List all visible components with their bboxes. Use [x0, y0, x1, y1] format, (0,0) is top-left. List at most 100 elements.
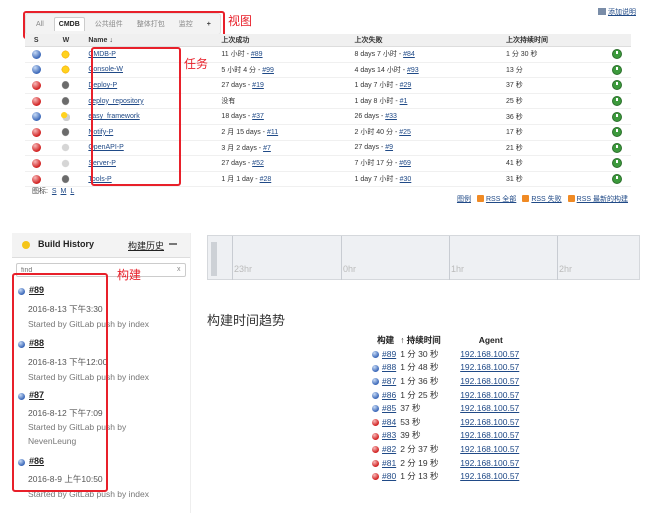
weather-cell — [47, 140, 85, 157]
build-trend-table: 构建 ↑ 持续时间 Agent #89 1 分 30 秒 192.168.100.5… — [372, 333, 525, 483]
agent-link[interactable]: 192.168.100.57 — [460, 376, 519, 386]
agent-link[interactable]: 192.168.100.57 — [460, 444, 519, 454]
last-success-link[interactable]: #7 — [263, 145, 271, 152]
build-number-link[interactable]: #85 — [382, 403, 396, 413]
build-number-link[interactable]: #83 — [382, 430, 396, 440]
col-build[interactable]: 构建 — [372, 333, 400, 347]
col-last-success[interactable]: 上次成功 — [217, 34, 351, 47]
last-failure-link[interactable]: #69 — [399, 160, 411, 167]
schedule-build-icon[interactable] — [611, 49, 622, 60]
schedule-build-icon[interactable] — [611, 64, 622, 75]
agent-link[interactable]: 192.168.100.57 — [460, 349, 519, 359]
last-success-link[interactable]: #37 — [252, 113, 264, 120]
last-failure-cell: 27 days - #9 — [350, 140, 502, 157]
schedule-build-icon[interactable] — [611, 96, 622, 107]
rss-failures-link[interactable]: RSS 失败 — [531, 196, 561, 203]
build-number-link[interactable]: #80 — [382, 471, 396, 481]
last-failure-link[interactable]: #30 — [400, 176, 412, 183]
last-success-link[interactable]: #28 — [260, 176, 272, 183]
status-ball-icon — [31, 49, 41, 59]
agent-link[interactable]: 192.168.100.57 — [460, 417, 519, 427]
schedule-build-icon[interactable] — [611, 174, 622, 185]
build-number-link[interactable]: #82 — [382, 444, 396, 454]
last-success-link[interactable]: #89 — [251, 51, 263, 58]
col-duration[interactable]: ↑ 持续时间 — [400, 333, 460, 347]
col-last-failure[interactable]: 上次失败 — [350, 34, 502, 47]
schedule-build-icon[interactable] — [611, 80, 622, 91]
icon-size-s[interactable]: S — [52, 188, 57, 195]
build-number-link[interactable]: #87 — [382, 376, 396, 386]
agent-link[interactable]: 192.168.100.57 — [460, 403, 519, 413]
icon-size-selector: 图标: S M L — [32, 186, 74, 196]
timeline-label: 23hr — [234, 264, 253, 274]
clear-filter-icon[interactable]: x — [177, 266, 181, 273]
duration-cell: 1 分 25 秒 — [400, 389, 439, 400]
last-success-link[interactable]: #19 — [252, 82, 264, 89]
timeline-scrollbar[interactable] — [211, 242, 217, 276]
build-trend-row: #85 37 秒 192.168.100.57 — [372, 401, 525, 415]
icon-size-l[interactable]: L — [70, 188, 74, 195]
build-number-link[interactable]: #81 — [382, 458, 396, 468]
status-ball-icon — [372, 473, 379, 481]
last-failure-link[interactable]: #25 — [399, 129, 411, 136]
weather-cell — [47, 108, 85, 125]
last-failure-link[interactable]: #33 — [385, 113, 397, 120]
schedule-build-icon[interactable] — [611, 158, 622, 169]
last-success-link[interactable]: #99 — [262, 67, 274, 74]
last-failure-link[interactable]: #84 — [403, 51, 415, 58]
build-number-link[interactable]: #84 — [382, 417, 396, 427]
last-failure-cell: 7 小时 17 分 - #69 — [350, 155, 502, 172]
duration-cell: 31 秒 — [501, 171, 603, 188]
icon-size-m[interactable]: M — [61, 188, 67, 195]
duration-cell: 1 分 48 秒 — [400, 362, 439, 373]
build-cell: #89 — [372, 347, 400, 361]
add-description-text[interactable]: 添加说明 — [608, 9, 636, 16]
weather-cell — [47, 62, 85, 79]
status-cell — [25, 155, 48, 172]
build-cell: #83 — [372, 429, 400, 443]
legend-link[interactable]: 图例 — [457, 194, 471, 204]
last-failure-link[interactable]: #29 — [400, 82, 412, 89]
build-trend-row: #88 1 分 48 秒 192.168.100.57 — [372, 361, 525, 375]
minus-icon[interactable] — [169, 243, 177, 245]
last-success-link[interactable]: #52 — [252, 160, 264, 167]
col-agent[interactable]: Agent — [460, 333, 525, 347]
col-last-duration[interactable]: 上次持续时间 — [501, 34, 603, 47]
agent-link[interactable]: 192.168.100.57 — [460, 458, 519, 468]
col-weather[interactable]: W — [47, 34, 85, 47]
build-trend-header: 构建 ↑ 持续时间 Agent — [372, 333, 525, 347]
add-description-link[interactable]: 添加说明 — [598, 7, 636, 17]
col-status[interactable]: S — [25, 34, 48, 47]
agent-link[interactable]: 192.168.100.57 — [460, 430, 519, 440]
status-ball-icon — [31, 127, 41, 137]
status-ball-icon — [31, 174, 41, 184]
task-highlight-box — [91, 47, 181, 186]
schedule-build-icon[interactable] — [611, 127, 622, 138]
last-failure-link[interactable]: #93 — [407, 67, 419, 74]
build-number-link[interactable]: #88 — [382, 362, 396, 372]
rss-links: 图例 RSS 全部 RSS 失败 RSS 最新的构建 — [457, 194, 628, 204]
build-trend-link[interactable]: 构建历史 — [128, 239, 164, 252]
action-cell — [602, 46, 631, 63]
col-actions — [602, 34, 631, 47]
build-number-link[interactable]: #89 — [382, 349, 396, 359]
status-ball-icon — [372, 378, 379, 386]
last-failure-link[interactable]: #1 — [400, 98, 408, 105]
last-failure-cell: 1 day 7 小时 - #29 — [350, 77, 502, 94]
schedule-build-icon[interactable] — [611, 142, 622, 153]
last-success-text: 3 月 2 days - — [221, 144, 264, 152]
action-cell — [602, 62, 631, 79]
rss-all-link[interactable]: RSS 全部 — [486, 196, 516, 203]
last-success-link[interactable]: #11 — [267, 129, 278, 136]
last-success-text: 27 days - — [221, 159, 253, 167]
schedule-build-icon[interactable] — [611, 111, 622, 122]
col-name[interactable]: Name ↓ — [84, 34, 218, 47]
rss-latest-link[interactable]: RSS 最新的构建 — [577, 196, 628, 203]
agent-link[interactable]: 192.168.100.57 — [460, 362, 519, 372]
agent-link[interactable]: 192.168.100.57 — [460, 471, 519, 481]
last-failure-link[interactable]: #9 — [385, 144, 393, 151]
build-number-link[interactable]: #86 — [382, 390, 396, 400]
action-cell — [602, 140, 631, 157]
agent-link[interactable]: 192.168.100.57 — [460, 390, 519, 400]
build-timeline[interactable]: 23hr 0hr 1hr 2hr — [207, 235, 640, 280]
